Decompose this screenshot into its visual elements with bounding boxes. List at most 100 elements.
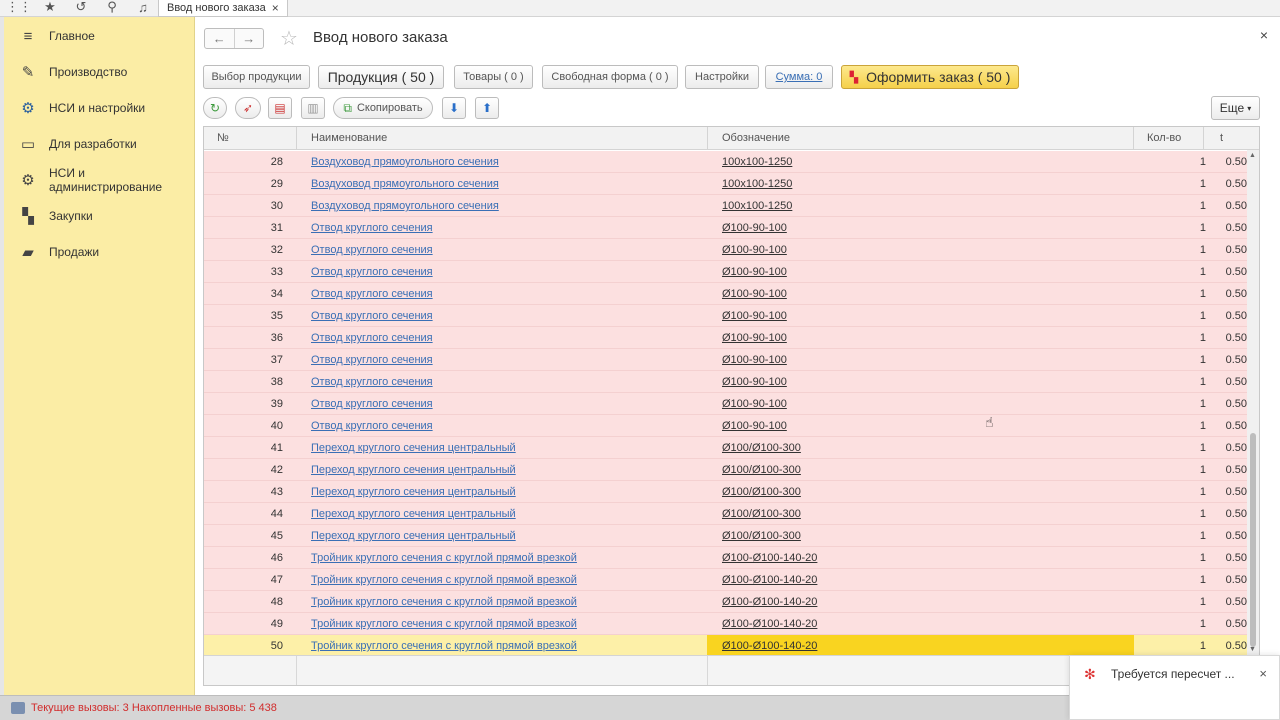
row-name-link[interactable]: Отвод круглого сечения <box>311 305 433 327</box>
row-name-link[interactable]: Тройник круглого сечения с круглой прямо… <box>311 547 577 569</box>
row-name-link[interactable]: Отвод круглого сечения <box>311 371 433 393</box>
row-name-link[interactable]: Переход круглого сечения центральный <box>311 503 516 525</box>
table-row[interactable]: 41 Переход круглого сечения центральный Ø1… <box>204 437 1247 459</box>
place-order-button[interactable]: ▚ Оформить заказ ( 50 ) <box>841 65 1019 89</box>
table-row[interactable]: 31 Отвод круглого сечения Ø100-90-100 1 0.50 <box>204 217 1247 239</box>
document-button[interactable]: ▥ <box>301 97 325 119</box>
table-row[interactable]: 38 Отвод круглого сечения Ø100-90-100 1 0.50 <box>204 371 1247 393</box>
table-row[interactable]: 44 Переход круглого сечения центральный Ø1… <box>204 503 1247 525</box>
row-code-link[interactable]: Ø100-Ø100-140-20 <box>707 635 1134 657</box>
table-row[interactable]: 32 Отвод круглого сечения Ø100-90-100 1 0.50 <box>204 239 1247 261</box>
table-row[interactable]: 46 Тройник круглого сечения с круглой пря… <box>204 547 1247 569</box>
sidebar-item-nsi-settings[interactable]: ⚙ НСИ и настройки <box>4 90 195 126</box>
row-code-link[interactable]: 100x100-1250 <box>707 195 1134 217</box>
row-code-link[interactable]: Ø100-90-100 <box>707 349 1134 371</box>
table-row[interactable]: 36 Отвод круглого сечения Ø100-90-100 1 0.50 <box>204 327 1247 349</box>
row-code-link[interactable]: 100x100-1250 <box>707 173 1134 195</box>
row-name-link[interactable]: Отвод круглого сечения <box>311 239 433 261</box>
table-row[interactable]: 39 Отвод круглого сечения Ø100-90-100 1 0.50 <box>204 393 1247 415</box>
row-name-link[interactable]: Воздуховод прямоугольного сечения <box>311 195 499 217</box>
table-row[interactable]: 35 Отвод круглого сечения Ø100-90-100 1 0.50 <box>204 305 1247 327</box>
free-form-button[interactable]: Свободная форма ( 0 ) <box>542 65 678 89</box>
notification-popup[interactable]: ✻ Требуется пересчет ... × <box>1069 655 1280 720</box>
sidebar-item-purchases[interactable]: ▚ Закупки <box>4 198 195 234</box>
row-code-link[interactable]: Ø100-90-100 <box>707 239 1134 261</box>
column-header-qty[interactable]: Кол-во <box>1134 127 1204 150</box>
goods-button[interactable]: Товары ( 0 ) <box>454 65 533 89</box>
sidebar-item-main[interactable]: ≡ Главное <box>4 18 195 54</box>
row-code-link[interactable]: Ø100-90-100 <box>707 283 1134 305</box>
column-header-num[interactable]: № <box>204 127 297 150</box>
column-header-t[interactable]: t <box>1204 127 1259 150</box>
print-button[interactable]: ▤ <box>268 97 292 119</box>
close-notification-icon[interactable]: × <box>1259 666 1267 681</box>
row-name-link[interactable]: Отвод круглого сечения <box>311 261 433 283</box>
scroll-up-icon[interactable]: ▲ <box>1249 152 1256 159</box>
table-row[interactable]: 45 Переход круглого сечения центральный Ø1… <box>204 525 1247 547</box>
row-name-link[interactable]: Отвод круглого сечения <box>311 349 433 371</box>
row-code-link[interactable]: Ø100-Ø100-140-20 <box>707 591 1134 613</box>
table-row[interactable]: 50 Тройник круглого сечения с круглой пря… <box>204 635 1247 657</box>
row-code-link[interactable]: Ø100-90-100 <box>707 393 1134 415</box>
more-button[interactable]: Еще ▾ <box>1211 96 1260 120</box>
row-name-link[interactable]: Воздуховод прямоугольного сечения <box>311 151 499 173</box>
copy-button[interactable]: ⧉ Скопировать <box>333 97 433 119</box>
row-code-link[interactable]: Ø100-Ø100-140-20 <box>707 613 1134 635</box>
row-name-link[interactable]: Тройник круглого сечения с круглой прямо… <box>311 613 577 635</box>
row-code-link[interactable]: Ø100-90-100 <box>707 217 1134 239</box>
scroll-down-icon[interactable]: ▼ <box>1249 646 1256 653</box>
apps-grid-icon[interactable]: ⋮⋮ <box>6 0 32 14</box>
move-up-button[interactable]: ⬆ <box>475 97 499 119</box>
select-products-button[interactable]: Выбор продукции <box>203 65 310 89</box>
favorites-star-icon[interactable]: ★ <box>41 0 59 14</box>
row-code-link[interactable]: Ø100-90-100 <box>707 327 1134 349</box>
table-row[interactable]: 28 Воздуховод прямоугольного сечения 100x1… <box>204 151 1247 173</box>
table-row[interactable]: 49 Тройник круглого сечения с круглой пря… <box>204 613 1247 635</box>
close-tab-icon[interactable]: × <box>272 1 279 15</box>
table-row[interactable]: 43 Переход круглого сечения центральный Ø1… <box>204 481 1247 503</box>
table-scrollbar[interactable]: ▲ ▼ <box>1247 150 1259 655</box>
refresh-button[interactable]: ↻ <box>203 97 227 119</box>
close-form-icon[interactable]: × <box>1260 27 1268 43</box>
table-row[interactable]: 42 Переход круглого сечения центральный Ø1… <box>204 459 1247 481</box>
row-code-link[interactable]: Ø100/Ø100-300 <box>707 525 1134 547</box>
history-icon[interactable]: ↺ <box>72 0 90 14</box>
sidebar-item-nsi-admin[interactable]: ⚙ НСИ и администрирование <box>4 162 195 198</box>
row-name-link[interactable]: Отвод круглого сечения <box>311 393 433 415</box>
row-name-link[interactable]: Воздуховод прямоугольного сечения <box>311 173 499 195</box>
row-name-link[interactable]: Переход круглого сечения центральный <box>311 437 516 459</box>
settings-button[interactable]: Настройки <box>685 65 759 89</box>
row-name-link[interactable]: Переход круглого сечения центральный <box>311 459 516 481</box>
forward-arrow-icon[interactable]: → <box>235 29 264 48</box>
table-row[interactable]: 47 Тройник круглого сечения с круглой пря… <box>204 569 1247 591</box>
document-tab[interactable]: Ввод нового заказа × <box>158 0 288 17</box>
row-code-link[interactable]: Ø100/Ø100-300 <box>707 437 1134 459</box>
search-icon[interactable]: ⚲ <box>103 0 121 14</box>
back-arrow-icon[interactable]: ← <box>205 29 235 48</box>
column-header-code[interactable]: Обозначение <box>708 127 1134 150</box>
row-code-link[interactable]: Ø100-90-100 <box>707 261 1134 283</box>
run-button[interactable]: ➶ <box>235 97 261 119</box>
table-row[interactable]: 40 Отвод круглого сечения Ø100-90-100 1 0.50 <box>204 415 1247 437</box>
row-name-link[interactable]: Отвод круглого сечения <box>311 217 433 239</box>
row-code-link[interactable]: Ø100-90-100 <box>707 415 1134 437</box>
row-code-link[interactable]: 100x100-1250 <box>707 151 1134 173</box>
row-name-link[interactable]: Отвод круглого сечения <box>311 415 433 437</box>
status-icon[interactable] <box>11 702 25 714</box>
row-name-link[interactable]: Отвод круглого сечения <box>311 327 433 349</box>
row-name-link[interactable]: Тройник круглого сечения с круглой прямо… <box>311 635 577 657</box>
row-name-link[interactable]: Отвод круглого сечения <box>311 283 433 305</box>
row-name-link[interactable]: Переход круглого сечения центральный <box>311 481 516 503</box>
sidebar-item-production[interactable]: ✎ Производство <box>4 54 195 90</box>
row-code-link[interactable]: Ø100-90-100 <box>707 371 1134 393</box>
table-row[interactable]: 33 Отвод круглого сечения Ø100-90-100 1 0.50 <box>204 261 1247 283</box>
row-code-link[interactable]: Ø100-Ø100-140-20 <box>707 569 1134 591</box>
scroll-thumb[interactable] <box>1250 433 1256 647</box>
move-down-button[interactable]: ⬇ <box>442 97 466 119</box>
sidebar-item-sales[interactable]: ▰ Продажи <box>4 234 195 270</box>
column-header-name[interactable]: Наименование <box>297 127 708 150</box>
row-code-link[interactable]: Ø100-Ø100-140-20 <box>707 547 1134 569</box>
table-row[interactable]: 48 Тройник круглого сечения с круглой пря… <box>204 591 1247 613</box>
products-button[interactable]: Продукция ( 50 ) <box>318 65 444 89</box>
table-row[interactable]: 30 Воздуховод прямоугольного сечения 100x1… <box>204 195 1247 217</box>
